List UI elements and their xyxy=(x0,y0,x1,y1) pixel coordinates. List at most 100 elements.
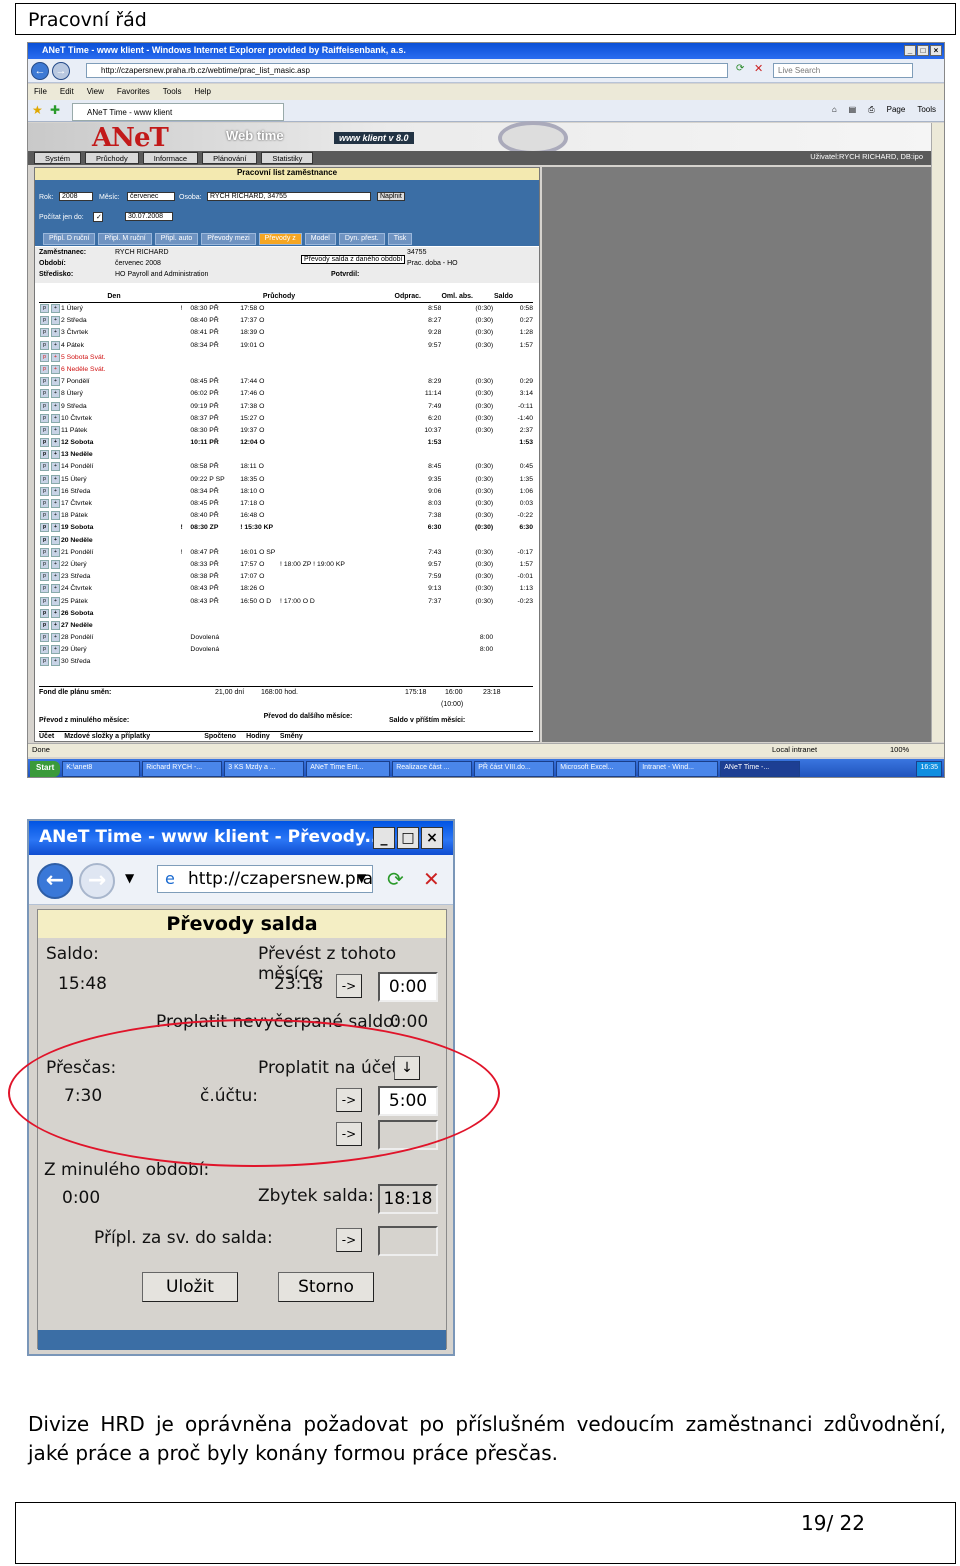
nav-pruchody[interactable]: Průchody xyxy=(85,152,139,164)
back-icon[interactable]: ← xyxy=(37,863,73,899)
row-plus-button[interactable]: + xyxy=(50,523,60,533)
row-plus-button[interactable]: + xyxy=(50,352,60,362)
taskbar-item[interactable]: Intranet - Wind... xyxy=(638,761,719,777)
row-plus-button[interactable]: + xyxy=(50,438,60,448)
row-p-button[interactable]: p xyxy=(40,633,49,643)
close-icon[interactable]: × xyxy=(421,827,443,849)
nav-planovani[interactable]: Plánování xyxy=(202,152,258,164)
row-plus-button[interactable]: + xyxy=(50,511,60,521)
pripl-auto-button[interactable]: Připl. auto xyxy=(154,233,199,245)
row-p-button[interactable]: p xyxy=(40,340,49,350)
row-p-button[interactable]: p xyxy=(40,364,49,374)
naplnit-button[interactable]: Naplnit xyxy=(377,192,405,201)
menu-edit[interactable]: Edit xyxy=(60,87,74,97)
taskbar-item[interactable]: Microsoft Excel... xyxy=(556,761,637,777)
row-p-button[interactable]: p xyxy=(40,413,49,423)
close-icon[interactable]: × xyxy=(930,45,942,56)
maximize-icon[interactable]: □ xyxy=(397,827,419,849)
forward-icon[interactable]: → xyxy=(52,62,70,80)
row-p-button[interactable]: p xyxy=(40,316,49,326)
storno-button[interactable]: Storno xyxy=(278,1272,374,1302)
row-plus-button[interactable]: + xyxy=(50,572,60,582)
taskbar-item-active[interactable]: ANeT Time -... xyxy=(720,761,801,777)
start-button[interactable]: Start xyxy=(30,761,61,777)
nav-system[interactable]: Systém xyxy=(34,152,82,164)
page-menu[interactable]: Page xyxy=(887,105,906,115)
row-plus-button[interactable]: + xyxy=(50,377,60,387)
dialog-url-field[interactable]: http://czapersnew.pra xyxy=(157,865,373,893)
menu-tools[interactable]: Tools xyxy=(163,87,182,97)
row-p-button[interactable]: p xyxy=(40,584,49,594)
row-plus-button[interactable]: + xyxy=(50,364,60,374)
taskbar-item[interactable]: Realizace část ... xyxy=(392,761,473,777)
refresh-icon[interactable]: ⟳ xyxy=(387,867,404,891)
row-plus-button[interactable]: + xyxy=(50,462,60,472)
taskbar-item[interactable]: 3 KS Mzdy a ... xyxy=(224,761,305,777)
scrollbar[interactable] xyxy=(931,123,944,742)
row-plus-button[interactable]: + xyxy=(50,474,60,484)
row-p-button[interactable]: p xyxy=(40,559,49,569)
row-plus-button[interactable]: + xyxy=(50,559,60,569)
row-p-button[interactable]: p xyxy=(40,523,49,533)
row-p-button[interactable]: p xyxy=(40,462,49,472)
row-plus-button[interactable]: + xyxy=(50,328,60,338)
row-p-button[interactable]: p xyxy=(40,572,49,582)
menu-view[interactable]: View xyxy=(87,87,104,97)
row-p-button[interactable]: p xyxy=(40,474,49,484)
row-plus-button[interactable]: + xyxy=(50,547,60,557)
forward-icon[interactable]: → xyxy=(79,863,115,899)
maximize-icon[interactable]: □ xyxy=(917,45,929,56)
tisk-button[interactable]: Tisk xyxy=(387,233,413,245)
chevron-down-icon[interactable]: ▼ xyxy=(125,871,134,885)
row-plus-button[interactable]: + xyxy=(50,657,60,667)
row-plus-button[interactable]: + xyxy=(50,413,60,423)
menu-help[interactable]: Help xyxy=(194,87,210,97)
row-plus-button[interactable]: + xyxy=(50,316,60,326)
nav-statistiky[interactable]: Statistiky xyxy=(261,152,314,164)
row-p-button[interactable]: p xyxy=(40,450,49,460)
row-plus-button[interactable]: + xyxy=(50,608,60,618)
row-p-button[interactable]: p xyxy=(40,645,49,655)
prevody-z-button[interactable]: Převody z xyxy=(258,233,302,245)
refresh-icon[interactable]: ⟳ xyxy=(736,63,744,74)
stop-icon[interactable]: ✕ xyxy=(423,867,440,891)
row-plus-button[interactable]: + xyxy=(50,596,60,606)
row-p-button[interactable]: p xyxy=(40,401,49,411)
taskbar-item[interactable]: ANeT Time Ent... xyxy=(306,761,391,777)
row-p-button[interactable]: p xyxy=(40,438,49,448)
tools-menu[interactable]: Tools xyxy=(917,105,936,115)
osoba-select[interactable]: RYCH RICHARD, 34755 xyxy=(207,192,371,201)
address-field[interactable]: http://czapersnew.praha.rb.cz/webtime/pr… xyxy=(86,63,728,78)
row-plus-button[interactable]: + xyxy=(50,535,60,545)
nav-informace[interactable]: Informace xyxy=(142,152,199,164)
row-p-button[interactable]: p xyxy=(40,499,49,508)
row-p-button[interactable]: p xyxy=(40,608,49,618)
pripl-input[interactable] xyxy=(378,1226,438,1256)
zoom-level[interactable]: 100% xyxy=(890,745,909,754)
row-plus-button[interactable]: + xyxy=(50,584,60,594)
prevest-arrow-button[interactable]: -> xyxy=(336,974,362,998)
pocitat-checkbox[interactable]: ✓ xyxy=(93,212,103,222)
row-p-button[interactable]: p xyxy=(40,511,49,521)
row-plus-button[interactable]: + xyxy=(50,389,60,399)
row-plus-button[interactable]: + xyxy=(50,450,60,460)
stop-icon[interactable]: ✕ xyxy=(754,62,763,75)
row-plus-button[interactable]: + xyxy=(50,401,60,411)
minimize-icon[interactable]: _ xyxy=(904,45,916,56)
row-p-button[interactable]: p xyxy=(40,328,49,338)
browser-tab[interactable]: ANeT Time - www klient xyxy=(72,103,284,121)
pocitat-date-input[interactable]: 30.07.2008 xyxy=(125,212,173,221)
pripl-d-rucni-button[interactable]: Připl. D ruční xyxy=(43,233,96,245)
pripl-arrow-button[interactable]: -> xyxy=(336,1228,362,1252)
ulozit-button[interactable]: Uložit xyxy=(142,1272,238,1302)
prevest-input[interactable]: 0:00 xyxy=(378,972,438,1002)
row-p-button[interactable]: p xyxy=(40,620,49,630)
row-p-button[interactable]: p xyxy=(40,425,49,435)
prevody-mezi-button[interactable]: Převody mezi xyxy=(201,233,256,245)
model-button[interactable]: Model xyxy=(304,233,336,245)
minimize-icon[interactable]: _ xyxy=(373,827,395,849)
favorites-star-icon[interactable]: ★ xyxy=(32,103,43,117)
taskbar-item[interactable]: PŘ část VIII.do... xyxy=(474,761,555,777)
menu-favorites[interactable]: Favorites xyxy=(117,87,150,97)
dyn-prest-button[interactable]: Dyn. přest. xyxy=(338,233,385,245)
